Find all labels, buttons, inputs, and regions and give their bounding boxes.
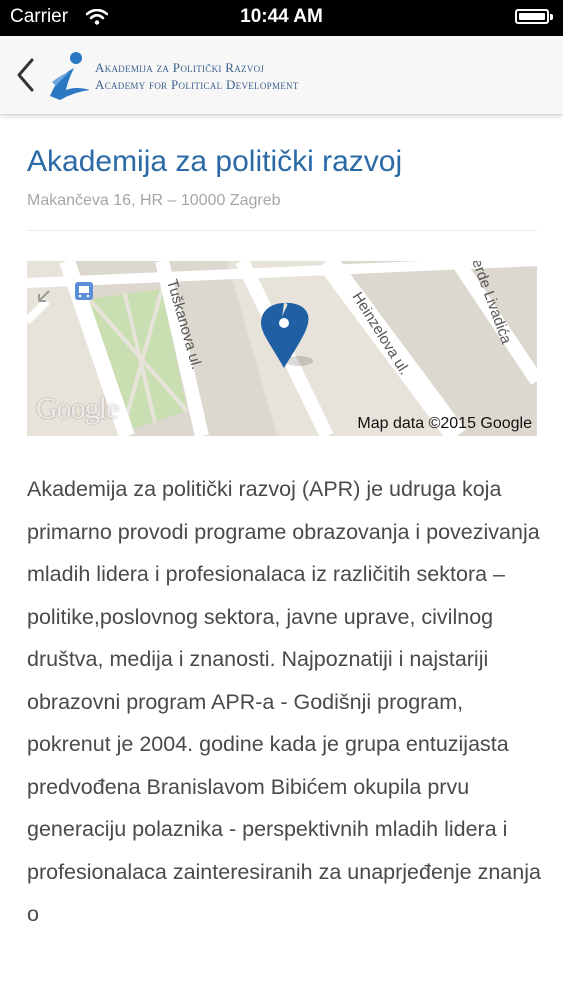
address-text: Makančeva 16, HR – 10000 Zagreb xyxy=(27,192,281,209)
status-bar: Carrier 10:44 AM xyxy=(0,0,563,36)
divider xyxy=(27,230,537,231)
logo-text: Akademija za Politički Razvoj Academy fo… xyxy=(95,59,299,93)
logo-line-1: Akademija za Politički Razvoj xyxy=(95,60,265,75)
apr-logo-icon xyxy=(46,46,94,104)
google-logo: Google xyxy=(36,392,119,425)
location-map[interactable]: Tuškanova ul. Heinzelova ul. erde Livadi… xyxy=(27,261,537,436)
logo-line-2: Academy for Political Development xyxy=(95,77,299,92)
map-attribution[interactable]: Map data ©2015 Google xyxy=(357,415,532,433)
description-text: Akademija za politički razvoj (APR) je u… xyxy=(27,477,541,926)
battery-icon xyxy=(515,9,553,24)
back-button[interactable] xyxy=(12,56,42,94)
status-time: 10:44 AM xyxy=(240,6,323,27)
place-header: Akademija za politički razvoj Makančeva … xyxy=(27,114,537,231)
page-title: Akademija za politički razvoj xyxy=(27,145,403,178)
navigation-bar: Akademija za Politički Razvoj Academy fo… xyxy=(0,36,563,115)
chevron-left-icon xyxy=(17,58,34,92)
